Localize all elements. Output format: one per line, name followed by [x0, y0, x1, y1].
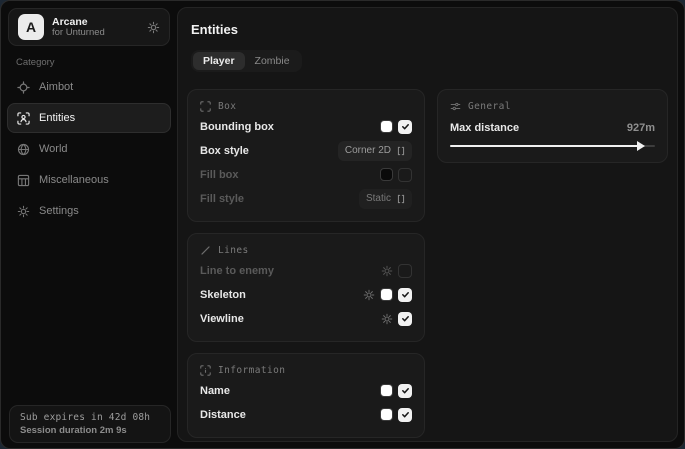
slider-thumb[interactable] [637, 141, 645, 151]
row-skeleton: Skeleton [200, 283, 412, 306]
row-viewline: Viewline [200, 307, 412, 330]
general-card-header: General [450, 98, 655, 114]
information-card-header: Information [200, 362, 412, 378]
bounding-box-checkbox[interactable] [398, 120, 412, 134]
row-line-to-enemy: Line to enemy [200, 259, 412, 282]
gear-icon[interactable] [147, 21, 160, 34]
sidebar-item-settings[interactable]: Settings [7, 196, 171, 226]
sidebar-item-entities[interactable]: Entities [7, 103, 171, 133]
sidebar-item-label: Aimbot [39, 81, 73, 93]
tab-zombie[interactable]: Zombie [245, 52, 300, 70]
row-label: Box style [200, 145, 249, 157]
row-name: Name [200, 379, 412, 402]
box-card-title: Box [218, 101, 236, 112]
box-card: Box Bounding box Box style [187, 89, 425, 222]
row-label: Skeleton [200, 289, 246, 301]
sidebar-nav: Aimbot Entities [7, 72, 171, 226]
row-label: Bounding box [200, 121, 274, 133]
session-duration-text: Session duration 2m 9s [20, 425, 160, 436]
information-card: Information Name Distance [187, 353, 425, 438]
right-column: General Max distance 927m [437, 89, 668, 163]
globe-icon [17, 143, 30, 156]
max-distance-slider[interactable] [450, 141, 655, 151]
diagonal-line-icon [200, 245, 211, 256]
viewline-checkbox[interactable] [398, 312, 412, 326]
skeleton-color-swatch[interactable] [380, 288, 393, 301]
row-label: Distance [200, 409, 246, 421]
row-label: Line to enemy [200, 265, 274, 277]
crosshair-icon [17, 81, 30, 94]
grid-icon [17, 174, 30, 187]
sidebar-item-label: Settings [39, 205, 79, 217]
brand-title: Arcane [52, 16, 105, 28]
category-label: Category [16, 57, 55, 68]
select-brackets-icon [397, 194, 405, 204]
box-corners-icon [200, 101, 211, 112]
brand-text: Arcane for Unturned [52, 16, 105, 39]
sidebar-item-miscellaneous[interactable]: Miscellaneous [7, 165, 171, 195]
fill-box-checkbox[interactable] [398, 168, 412, 182]
row-label: Max distance [450, 122, 519, 134]
name-color-swatch[interactable] [380, 384, 393, 397]
brand-card: A Arcane for Unturned [8, 8, 170, 46]
information-card-title: Information [218, 365, 285, 376]
page-title: Entities [191, 22, 668, 37]
row-distance: Distance [200, 403, 412, 426]
name-checkbox[interactable] [398, 384, 412, 398]
row-label: Fill box [200, 169, 239, 181]
tab-player[interactable]: Player [193, 52, 245, 70]
fill-style-dropdown-value: Static [366, 193, 391, 204]
subscription-footer: Sub expires in 42d 08h Session duration … [9, 405, 171, 443]
row-label: Fill style [200, 193, 244, 205]
skeleton-checkbox[interactable] [398, 288, 412, 302]
gear-icon[interactable] [363, 289, 375, 301]
row-fill-box: Fill box [200, 163, 412, 186]
brand-subtitle: for Unturned [52, 28, 105, 39]
line-to-enemy-checkbox[interactable] [398, 264, 412, 278]
box-style-dropdown[interactable]: Corner 2D [338, 141, 412, 161]
left-column: Box Bounding box Box style [187, 89, 425, 438]
bounding-box-color-swatch[interactable] [380, 120, 393, 133]
sidebar: A Arcane for Unturned Category [1, 1, 177, 448]
general-card-title: General [468, 101, 511, 112]
person-scan-icon [17, 112, 30, 125]
row-label: Name [200, 385, 230, 397]
sidebar-item-label: Entities [39, 112, 75, 124]
lines-card-title: Lines [218, 245, 249, 256]
distance-color-swatch[interactable] [380, 408, 393, 421]
distance-checkbox[interactable] [398, 408, 412, 422]
sidebar-item-label: World [39, 143, 68, 155]
gear-icon [17, 205, 30, 218]
main-panel: Entities Player Zombie Box [177, 7, 678, 442]
row-bounding-box: Bounding box [200, 115, 412, 138]
content-columns: Box Bounding box Box style [187, 89, 668, 438]
sidebar-item-aimbot[interactable]: Aimbot [7, 72, 171, 102]
entity-tabs: Player Zombie [191, 50, 302, 72]
row-max-distance: Max distance 927m [450, 117, 655, 139]
sub-expiry-text: Sub expires in 42d 08h [20, 412, 160, 423]
gear-icon[interactable] [381, 265, 393, 277]
general-card: General Max distance 927m [437, 89, 668, 163]
info-scan-icon [200, 365, 211, 376]
row-box-style: Box style Corner 2D [200, 139, 412, 162]
select-brackets-icon [397, 146, 405, 156]
sidebar-item-label: Miscellaneous [39, 174, 109, 186]
arcane-window: A Arcane for Unturned Category [0, 0, 685, 449]
max-distance-value: 927m [627, 122, 655, 134]
lines-card: Lines Line to enemy [187, 233, 425, 342]
brand-logo: A [18, 14, 44, 40]
lines-card-header: Lines [200, 242, 412, 258]
sidebar-item-world[interactable]: World [7, 134, 171, 164]
gear-icon[interactable] [381, 313, 393, 325]
fill-box-color-swatch[interactable] [380, 168, 393, 181]
row-fill-style: Fill style Static [200, 187, 412, 210]
max-distance-slider-fill [450, 145, 639, 147]
row-label: Viewline [200, 313, 244, 325]
box-card-header: Box [200, 98, 412, 114]
fill-style-dropdown[interactable]: Static [359, 189, 412, 209]
sliders-icon [450, 101, 461, 112]
box-style-dropdown-value: Corner 2D [345, 145, 391, 156]
